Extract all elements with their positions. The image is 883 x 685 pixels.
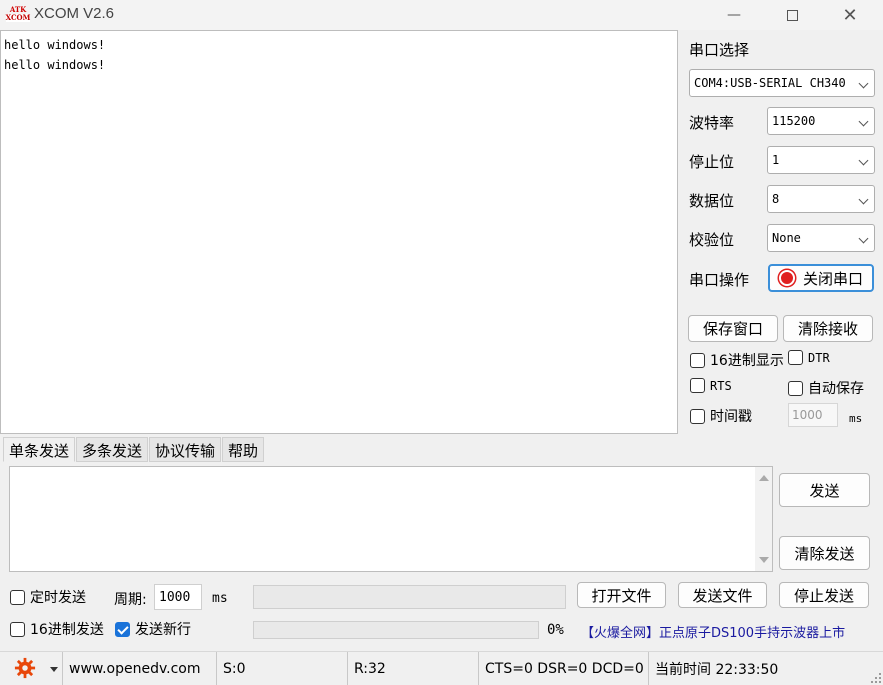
baud-label: 波特率: [689, 114, 735, 132]
gear-icon[interactable]: [14, 657, 36, 679]
tab-protocol[interactable]: 协议传输: [149, 437, 222, 462]
current-time: 当前时间 22:33:50: [648, 652, 883, 685]
send-progress-bar: [253, 621, 539, 639]
status-bar: www.openedv.com S:0 R:32 CTS=0 DSR=0 DCD…: [0, 651, 883, 685]
minimize-icon: —: [727, 7, 741, 23]
received-count: R:32: [347, 652, 478, 685]
scroll-up-icon[interactable]: [759, 475, 769, 481]
data-bits-combo[interactable]: 8: [767, 185, 875, 213]
send-file-button[interactable]: 发送文件: [678, 582, 767, 608]
tab-single-send[interactable]: 单条发送: [3, 437, 76, 462]
timed-send-checkbox[interactable]: 定时发送: [10, 587, 86, 607]
stop-bits-combo[interactable]: 1: [767, 146, 875, 174]
timestamp-interval-input[interactable]: 1000: [788, 403, 838, 427]
chevron-down-icon: [852, 154, 874, 167]
settings-dropdown-icon[interactable]: [50, 667, 58, 672]
open-file-button[interactable]: 打开文件: [577, 582, 666, 608]
chevron-down-icon: [852, 193, 874, 206]
app-logo-icon: ATK XCOM: [5, 5, 31, 22]
resize-grip-icon[interactable]: [871, 673, 881, 683]
maximize-icon: [786, 9, 798, 21]
clear-send-button[interactable]: 清除发送: [779, 536, 870, 570]
maximize-button[interactable]: [763, 0, 821, 30]
rts-checkbox[interactable]: RTS: [690, 378, 732, 393]
hex-send-checkbox[interactable]: 16进制发送: [10, 619, 104, 639]
port-combo[interactable]: COM4:USB-SERIAL CH340: [689, 69, 875, 97]
save-window-button[interactable]: 保存窗口: [688, 315, 778, 342]
parity-label: 校验位: [689, 231, 735, 249]
close-button[interactable]: ✕: [821, 0, 879, 30]
send-tabs: 单条发送 多条发送 协议传输 帮助: [3, 437, 265, 462]
chevron-down-icon: [852, 232, 874, 245]
progress-percent: 0%: [547, 622, 564, 638]
parity-combo[interactable]: None: [767, 224, 875, 252]
send-newline-checkbox[interactable]: 发送新行: [115, 619, 191, 639]
hex-display-checkbox[interactable]: 16进制显示: [690, 350, 784, 370]
tab-multi-send[interactable]: 多条发送: [76, 437, 149, 462]
sent-count: S:0: [216, 652, 347, 685]
port-status-icon: [778, 270, 795, 286]
auto-save-checkbox[interactable]: 自动保存: [788, 378, 864, 398]
period-input[interactable]: 1000: [154, 584, 202, 610]
close-port-button[interactable]: 关闭串口: [768, 264, 874, 292]
send-input[interactable]: [9, 466, 773, 572]
timestamp-checkbox[interactable]: 时间戳: [690, 406, 752, 426]
period-unit: ms: [212, 591, 228, 606]
website-link[interactable]: www.openedv.com: [62, 652, 216, 685]
stop-send-button[interactable]: 停止发送: [779, 582, 869, 608]
clear-receive-button[interactable]: 清除接收: [783, 315, 873, 342]
receive-line: hello windows!: [4, 38, 106, 52]
minimize-button[interactable]: —: [705, 0, 763, 30]
receive-line: hello windows!: [4, 58, 106, 72]
chevron-down-icon: [852, 115, 874, 128]
port-select-label: 串口选择: [689, 41, 750, 59]
tab-help[interactable]: 帮助: [222, 437, 265, 462]
chevron-down-icon: [852, 77, 874, 90]
period-label: 周期:: [114, 592, 147, 608]
file-path-field[interactable]: [253, 585, 566, 609]
window-title: XCOM V2.6: [34, 5, 115, 22]
send-button[interactable]: 发送: [779, 473, 870, 507]
send-scrollbar[interactable]: [755, 467, 772, 571]
close-icon: ✕: [842, 4, 858, 26]
timestamp-unit: ms: [849, 412, 863, 425]
receive-area[interactable]: hello windows! hello windows!: [0, 30, 678, 434]
promo-link[interactable]: 【火爆全网】正点原子DS100手持示波器上市: [581, 622, 845, 641]
port-operation-label: 串口操作: [689, 271, 750, 289]
title-bar: ATK XCOM XCOM V2.6 — ✕: [0, 0, 883, 30]
data-bits-label: 数据位: [689, 192, 735, 210]
scroll-down-icon[interactable]: [759, 557, 769, 563]
baud-combo[interactable]: 115200: [767, 107, 875, 135]
dtr-checkbox[interactable]: DTR: [788, 350, 830, 365]
stop-bits-label: 停止位: [689, 153, 735, 171]
modem-lines-status: CTS=0 DSR=0 DCD=0: [478, 652, 648, 685]
